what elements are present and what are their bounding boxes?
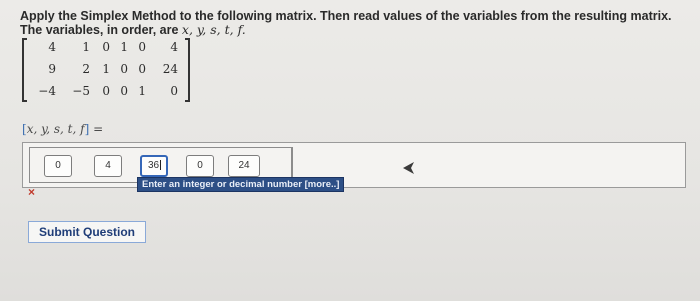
matrix-cell: 24 (162, 62, 178, 76)
answer-field-s[interactable]: 36 (140, 155, 168, 177)
instructions-line-2-prefix: The variables, in order, are (20, 23, 182, 37)
matrix-cell: 4 (48, 40, 56, 54)
matrix-cell: 1 (138, 84, 146, 98)
matrix-cell: 0 (120, 62, 128, 76)
page: Apply the Simplex Method to the followin… (0, 0, 700, 301)
matrix-cell: 1 (120, 40, 128, 54)
instructions-line-2: The variables, in order, are x, y, s, t,… (20, 23, 672, 37)
matrix-cell: 0 (120, 84, 128, 98)
input-help-tooltip[interactable]: Enter an integer or decimal number [more… (137, 177, 345, 192)
matrix-cell: 0 (138, 62, 146, 76)
matrix-right-bracket (185, 38, 190, 102)
answer-area: 0 4 36 0 24 Enter an integer or decimal … (22, 142, 686, 192)
matrix-cell: 4 (170, 40, 178, 54)
matrix-cell: 1 (102, 62, 110, 76)
answer-field-f[interactable]: 24 (228, 155, 260, 177)
variables-list: x, y, s, t, f (26, 122, 85, 136)
variables-equals: = (89, 122, 104, 136)
matrix-cell: −4 (38, 84, 56, 98)
matrix-left-bracket (22, 38, 27, 102)
simplex-matrix: 4 1 0 1 0 4 9 2 1 0 0 24 −4 −5 0 0 1 0 (22, 38, 190, 102)
matrix-cell: 0 (102, 40, 110, 54)
variables-label: [x, y, s, t, f] = (22, 122, 103, 136)
mouse-cursor-icon (403, 162, 414, 174)
instructions-line-1: Apply the Simplex Method to the followin… (20, 9, 672, 23)
answer-field-x[interactable]: 0 (44, 155, 72, 177)
matrix-cell: 0 (170, 84, 178, 98)
submit-question-button[interactable]: Submit Question (28, 221, 146, 243)
answer-field-t[interactable]: 0 (186, 155, 214, 177)
instructions: Apply the Simplex Method to the followin… (20, 10, 672, 37)
matrix-cell: 2 (82, 62, 90, 76)
matrix-cell: 0 (102, 84, 110, 98)
incorrect-x-icon: × (28, 185, 36, 199)
matrix-cell: 1 (82, 40, 90, 54)
answer-field-y[interactable]: 4 (94, 155, 122, 177)
matrix-cell: 0 (138, 40, 146, 54)
matrix-cell: 9 (48, 62, 56, 76)
instructions-variables: x, y, s, t, f. (181, 22, 246, 37)
matrix-cell: −5 (72, 84, 90, 98)
